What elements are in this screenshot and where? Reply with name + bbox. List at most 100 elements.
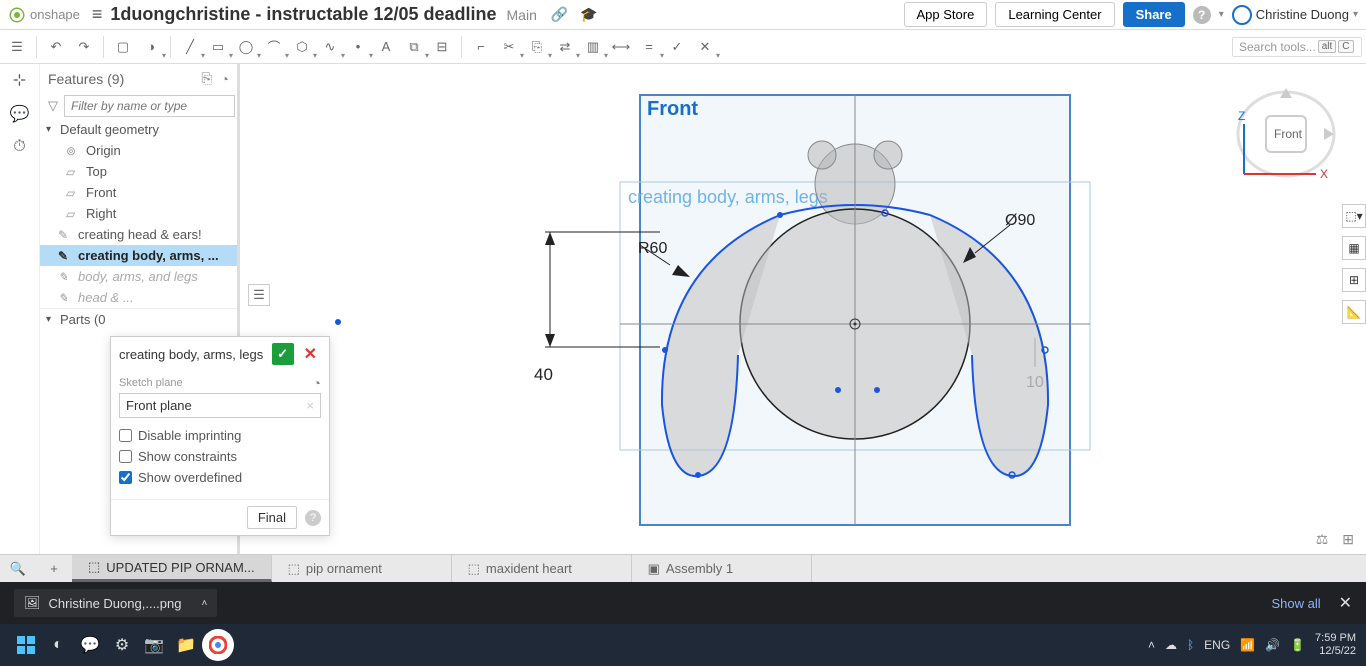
constraint-tool-icon[interactable]: ✕ bbox=[692, 34, 718, 60]
offset-tool-icon[interactable]: ⎘ bbox=[524, 34, 550, 60]
equal-tool-icon[interactable]: = bbox=[636, 34, 662, 60]
iso-view-icon[interactable]: ⬚▾ bbox=[1342, 204, 1366, 228]
download-chip[interactable]: 🖼 Christine Duong,....png ˄ bbox=[14, 589, 217, 617]
comments-icon[interactable]: 💬 bbox=[10, 104, 30, 124]
dialog-help-icon[interactable]: ? bbox=[305, 510, 321, 526]
point-2[interactable] bbox=[874, 387, 880, 393]
point-7[interactable] bbox=[777, 212, 783, 218]
battery-icon[interactable]: 🔋 bbox=[1290, 638, 1305, 652]
history-icon[interactable]: ◔ bbox=[313, 375, 321, 391]
view-cube[interactable]: Front Z X bbox=[1226, 84, 1346, 184]
confirm-button[interactable]: ✓ bbox=[272, 343, 294, 365]
show-constraints-checkbox[interactable]: Show constraints bbox=[119, 449, 321, 464]
education-icon[interactable]: 🎓 bbox=[580, 6, 597, 23]
help-caret-icon[interactable]: ▾ bbox=[1219, 9, 1224, 20]
tab-updated-pip[interactable]: ⬚ UPDATED PIP ORNAM... bbox=[72, 555, 272, 582]
insert-feature-icon[interactable]: ⎘ bbox=[201, 70, 212, 87]
cancel-button[interactable]: ✕ bbox=[300, 344, 321, 364]
document-title[interactable]: 1duongchristine - instructable 12/05 dea… bbox=[110, 4, 496, 25]
dimension-tool-icon[interactable]: ⟷ bbox=[608, 34, 634, 60]
point-3[interactable] bbox=[695, 472, 701, 478]
disable-imprinting-checkbox[interactable]: Disable imprinting bbox=[119, 428, 321, 443]
camera-icon[interactable]: 📷 bbox=[138, 629, 170, 661]
brand-logo[interactable]: onshape bbox=[8, 6, 80, 24]
point-tool-icon[interactable]: • bbox=[345, 34, 371, 60]
use-tool-icon[interactable]: ⧉ bbox=[401, 34, 427, 60]
polygon-tool-icon[interactable]: ⬡ bbox=[289, 34, 315, 60]
chk2[interactable] bbox=[119, 450, 132, 463]
add-feature-icon[interactable]: ⊹ bbox=[13, 70, 26, 90]
fillet-tool-icon[interactable]: ⌐ bbox=[468, 34, 494, 60]
rectangle-tool-icon[interactable]: ▭ bbox=[205, 34, 231, 60]
tree-parts[interactable]: ▾ Parts (0 bbox=[40, 308, 237, 330]
teams-icon[interactable]: 💬 bbox=[74, 629, 106, 661]
sketch-icon[interactable]: ▢ bbox=[110, 34, 136, 60]
taskview-icon[interactable]: ◐ bbox=[42, 629, 74, 661]
show-all-downloads[interactable]: Show all bbox=[1271, 596, 1320, 611]
section-view-icon[interactable]: ▦ bbox=[1342, 236, 1366, 260]
app-store-button[interactable]: App Store bbox=[904, 2, 988, 27]
chevron-up-icon[interactable]: ˄ bbox=[201, 598, 207, 609]
show-overdefined-checkbox[interactable]: Show overdefined bbox=[119, 470, 321, 485]
tree-default-geometry[interactable]: ▾ Default geometry bbox=[40, 119, 237, 140]
volume-icon[interactable]: 🔊 bbox=[1265, 638, 1280, 652]
tray-expand-icon[interactable]: ˄ bbox=[1148, 638, 1155, 652]
link-icon[interactable]: 🔗 bbox=[551, 6, 568, 23]
chrome-icon[interactable] bbox=[202, 629, 234, 661]
spline-tool-icon[interactable]: ∿ bbox=[317, 34, 343, 60]
measure-icon[interactable]: 📐 bbox=[1342, 300, 1366, 324]
history-icon[interactable]: ⏱ bbox=[13, 138, 25, 156]
view-cube-face[interactable]: Front bbox=[1274, 127, 1303, 141]
undo-icon[interactable]: ↶ bbox=[43, 34, 69, 60]
tree-top[interactable]: ▱ Top bbox=[40, 161, 237, 182]
construction-icon[interactable]: ⊟ bbox=[429, 34, 455, 60]
tree-origin[interactable]: ⊚ Origin bbox=[40, 140, 237, 161]
redo-icon[interactable]: ↷ bbox=[71, 34, 97, 60]
r60-label[interactable]: R60 bbox=[638, 240, 667, 257]
rollback-icon[interactable]: ◔ bbox=[221, 71, 229, 87]
tab-assembly-1[interactable]: ▣ Assembly 1 bbox=[632, 555, 812, 582]
chk3[interactable] bbox=[119, 471, 132, 484]
final-button[interactable]: Final bbox=[247, 506, 297, 529]
canvas-viewport[interactable]: Front creating body, arms, legs bbox=[240, 64, 1366, 554]
feature-filter-input[interactable] bbox=[64, 95, 235, 117]
tab-pip-ornament[interactable]: ⬚ pip ornament bbox=[272, 555, 452, 582]
settings-icon[interactable]: ⚙ bbox=[106, 629, 138, 661]
search-tools-input[interactable]: Search tools... alt C bbox=[1232, 37, 1362, 57]
language-indicator[interactable]: ENG bbox=[1204, 638, 1230, 652]
onedrive-icon[interactable]: ☁ bbox=[1165, 638, 1177, 652]
close-download-bar[interactable]: ✕ bbox=[1339, 593, 1352, 613]
units-icon[interactable]: ⚖ bbox=[1316, 531, 1329, 548]
tree-front[interactable]: ▱ Front bbox=[40, 182, 237, 203]
filter-icon[interactable]: ▽ bbox=[48, 98, 58, 114]
plane-tool-icon[interactable]: ◑ bbox=[138, 34, 164, 60]
add-tab-button[interactable]: + bbox=[36, 555, 72, 582]
tab-search-icon[interactable]: 🔍 bbox=[0, 555, 36, 582]
text-tool-icon[interactable]: A bbox=[373, 34, 399, 60]
dim10-label[interactable]: 10 bbox=[1026, 374, 1044, 391]
hamburger-icon[interactable]: ≡ bbox=[92, 4, 103, 25]
tab-maxident-heart[interactable]: ⬚ maxident heart bbox=[452, 555, 632, 582]
branch-label[interactable]: Main bbox=[507, 7, 537, 23]
sketch-plane-input[interactable]: Front plane × bbox=[119, 393, 321, 418]
arc-tool-icon[interactable]: ⌒ bbox=[261, 34, 287, 60]
chk1[interactable] bbox=[119, 429, 132, 442]
tree-right[interactable]: ▱ Right bbox=[40, 203, 237, 224]
sketch-dialog[interactable]: creating body, arms, legs ✓ ✕ Sketch pla… bbox=[110, 336, 330, 536]
line-tool-icon[interactable]: ╱ bbox=[177, 34, 203, 60]
mirror-tool-icon[interactable]: ▥ bbox=[580, 34, 606, 60]
help-icon[interactable]: ? bbox=[1193, 6, 1211, 24]
point-1[interactable] bbox=[835, 387, 841, 393]
tree-feature-body-arms-legs[interactable]: ✎ body, arms, and legs bbox=[40, 266, 237, 287]
circle-tool-icon[interactable]: ◯ bbox=[233, 34, 259, 60]
bluetooth-icon[interactable]: ᛒ bbox=[1187, 638, 1194, 652]
system-clock[interactable]: 7:59 PM 12/5/22 bbox=[1315, 632, 1356, 658]
learning-center-button[interactable]: Learning Center bbox=[995, 2, 1114, 27]
share-button[interactable]: Share bbox=[1123, 2, 1185, 27]
trim-tool-icon[interactable]: ✂ bbox=[496, 34, 522, 60]
feature-list-icon[interactable]: ☰ bbox=[4, 34, 30, 60]
pierce-tool-icon[interactable]: ✓ bbox=[664, 34, 690, 60]
tree-feature-body-arms[interactable]: ✎ creating body, arms, ... bbox=[40, 245, 237, 266]
clear-plane-icon[interactable]: × bbox=[306, 398, 314, 413]
tree-feature-head[interactable]: ✎ head & ... bbox=[40, 287, 237, 308]
